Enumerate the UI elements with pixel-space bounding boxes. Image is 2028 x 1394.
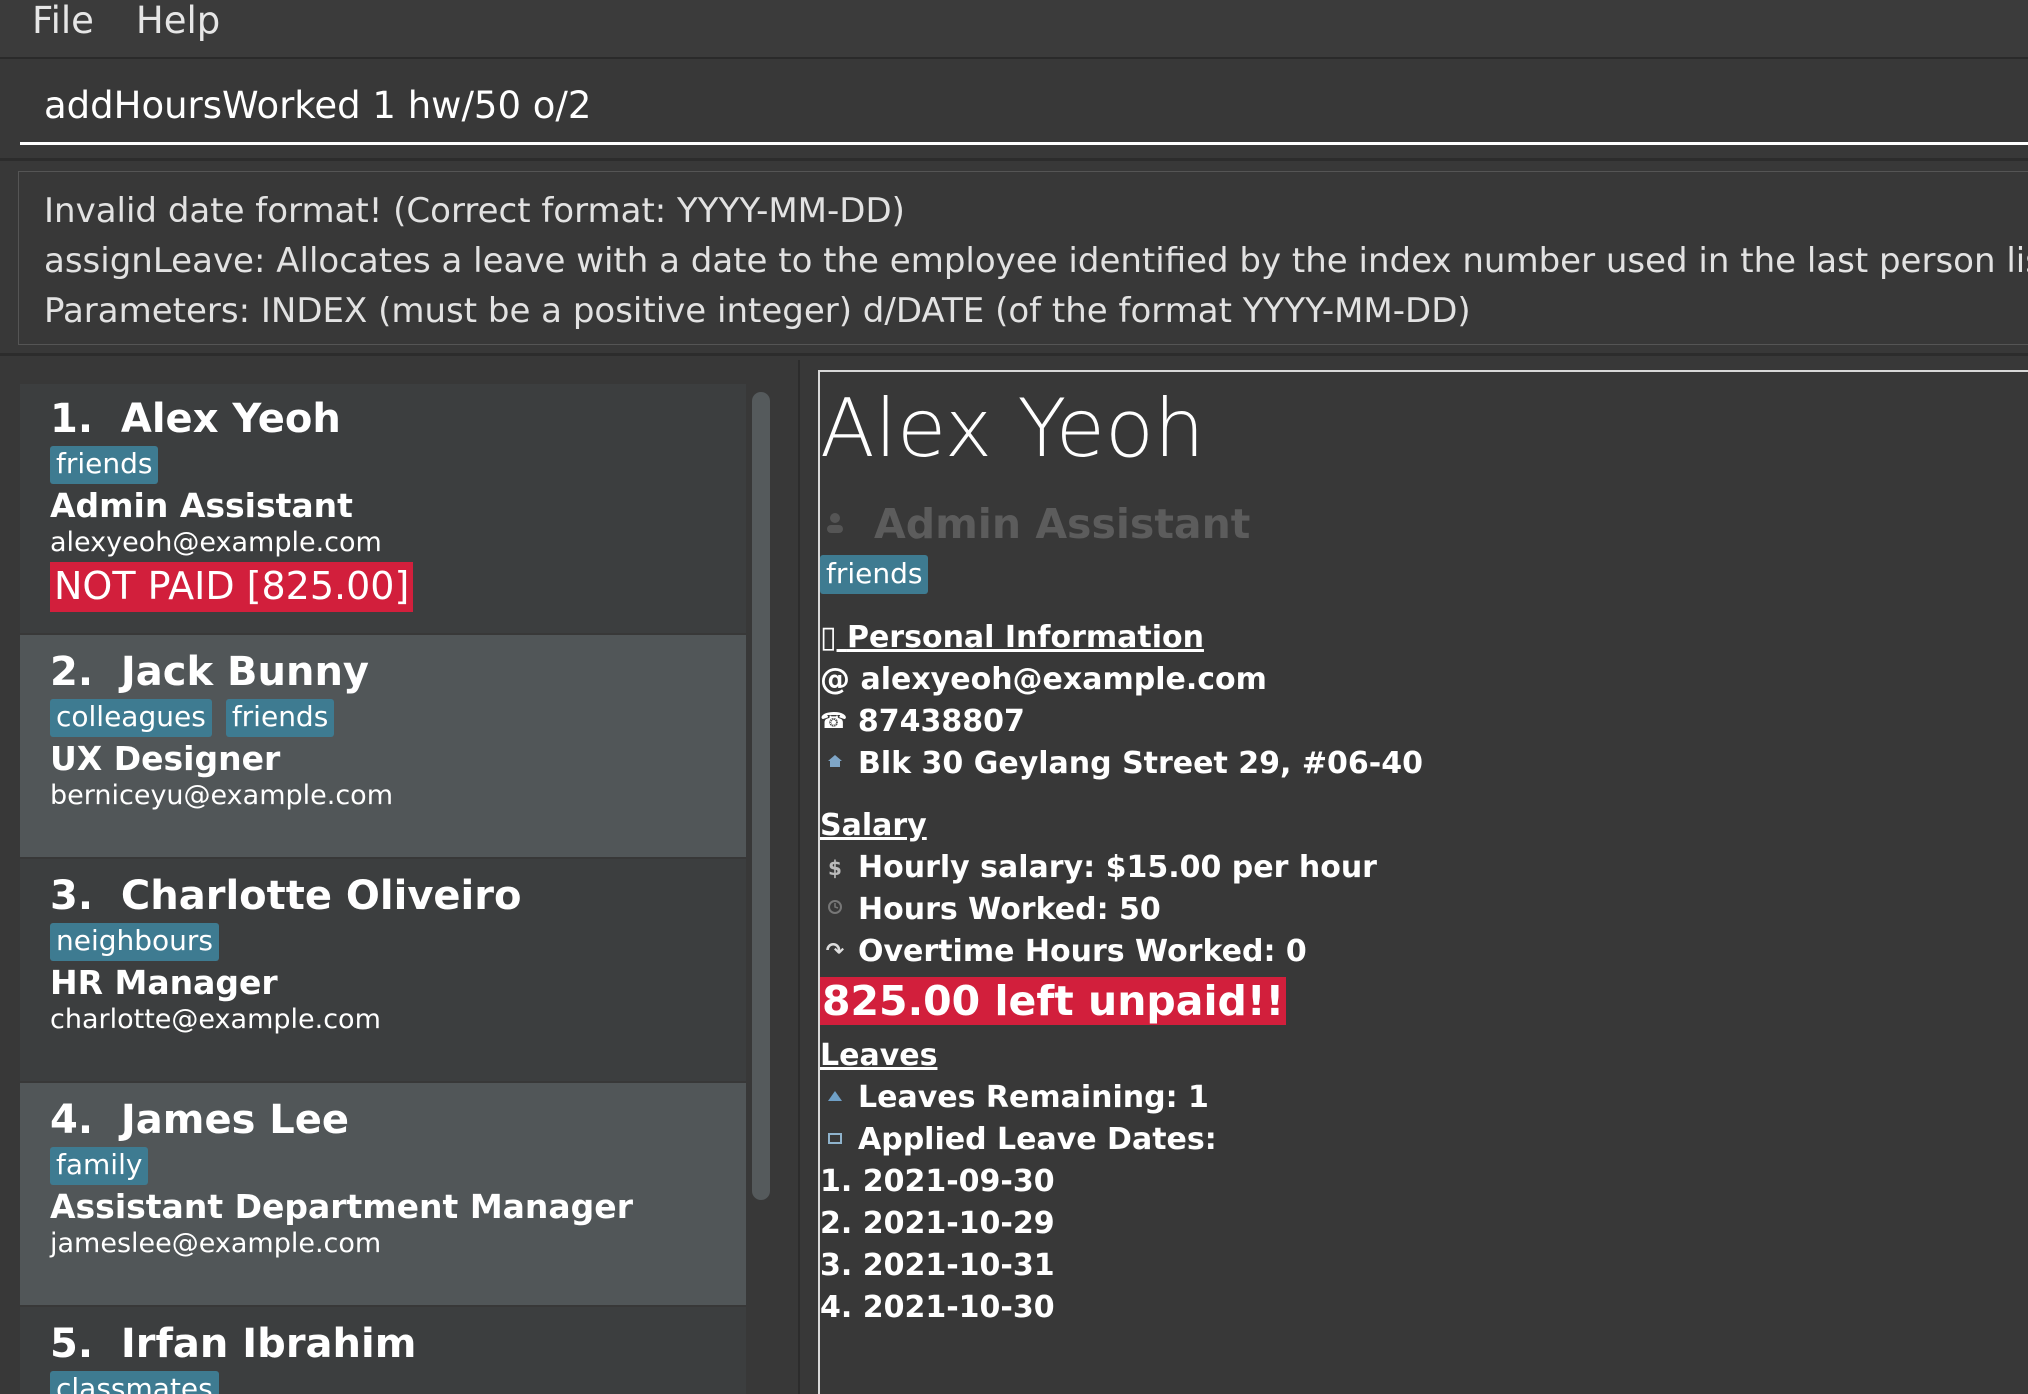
detail-tags: friends: [820, 555, 929, 594]
tag: friends: [225, 699, 335, 738]
overtime-icon: ↷: [825, 939, 845, 964]
person-card[interactable]: 3. Charlotte Oliveiro neighbours HR Mana…: [20, 859, 746, 1081]
person-name: 2. Jack Bunny: [50, 649, 369, 695]
leaves-remaining: Leaves Remaining: 1: [858, 1080, 1209, 1115]
dollar-icon: $: [828, 855, 842, 880]
person-detail-panel: Alex Yeoh Admin Assistant friends ▯ Pers…: [818, 370, 2028, 1394]
person-email: alexyeoh@example.com: [50, 527, 382, 559]
leave-date: 3. 2021-10-31: [820, 1248, 1055, 1283]
person-role: Admin Assistant: [50, 486, 353, 526]
unpaid-row: 825.00 left unpaid!!: [820, 976, 1287, 1027]
overtime-hours: Overtime Hours Worked: 0: [858, 934, 1307, 969]
phone-icon: ☎: [820, 709, 848, 734]
hourly-salary-row: $ Hourly salary: $15.00 per hour: [820, 850, 1377, 885]
leaves-heading: Leaves: [820, 1038, 938, 1073]
leave-date: 4. 2021-10-30: [820, 1290, 1055, 1325]
hourly-salary: Hourly salary: $15.00 per hour: [858, 850, 1377, 885]
list-scrollbar[interactable]: [752, 392, 770, 1200]
person-name: 4. James Lee: [50, 1097, 350, 1143]
detail-phone-row: ☎ 87438807: [820, 704, 1025, 739]
tag: friends: [820, 555, 929, 594]
salary-heading: Salary: [820, 808, 927, 843]
tag: neighbours: [50, 923, 220, 962]
person-name: 1. Alex Yeoh: [50, 396, 341, 442]
tag-list: neighbours: [50, 923, 746, 962]
detail-role: Admin Assistant: [874, 500, 1251, 548]
not-paid-badge: NOT PAID [825.00]: [50, 562, 414, 612]
detail-name: Alex Yeoh: [820, 382, 1205, 475]
personal-info-heading: ▯ Personal Information: [820, 620, 1204, 655]
divider: [0, 353, 2028, 356]
tag: classmates: [50, 1371, 219, 1394]
person-list: 1. Alex Yeoh friends Admin Assistant ale…: [0, 360, 800, 1394]
tag: friends: [50, 446, 159, 485]
person-card[interactable]: 2. Jack Bunny colleagues friends UX Desi…: [20, 635, 746, 857]
hours-worked: Hours Worked: 50: [858, 892, 1161, 927]
personal-info-icon: ▯: [820, 620, 837, 655]
result-display[interactable]: Invalid date format! (Correct format: YY…: [18, 171, 2028, 345]
result-line: Invalid date format! (Correct format: YY…: [44, 191, 905, 231]
applied-leave-row: Applied Leave Dates:: [820, 1122, 1217, 1157]
person-role: HR Manager: [50, 963, 278, 1003]
unpaid-amount: 825.00 left unpaid!!: [820, 977, 1287, 1025]
divider: [0, 158, 2028, 161]
person-email: berniceyu@example.com: [50, 780, 393, 812]
tag: family: [50, 1147, 149, 1186]
person-card[interactable]: 5. Irfan Ibrahim classmates: [20, 1307, 746, 1394]
person-role: UX Designer: [50, 739, 281, 779]
tag-list: classmates: [50, 1371, 746, 1394]
result-line: Parameters: INDEX (must be a positive in…: [44, 291, 1471, 331]
person-email: charlotte@example.com: [50, 1004, 381, 1036]
detail-phone: 87438807: [857, 704, 1025, 739]
person-email: jameslee@example.com: [50, 1228, 382, 1260]
leaves-remaining-row: Leaves Remaining: 1: [820, 1080, 1209, 1115]
person-role: Assistant Department Manager: [50, 1187, 633, 1227]
applied-leave-label: Applied Leave Dates:: [858, 1122, 1217, 1157]
detail-email: alexyeoh@example.com: [860, 662, 1267, 697]
calendar-icon: [820, 1129, 850, 1150]
tag-list: family: [50, 1147, 746, 1186]
command-area: [0, 59, 2028, 159]
email-icon: @: [820, 662, 850, 697]
hours-worked-row: Hours Worked: 50: [820, 892, 1161, 927]
person-name: 3. Charlotte Oliveiro: [50, 873, 522, 919]
person-card[interactable]: 4. James Lee family Assistant Department…: [20, 1083, 746, 1305]
result-line: assignLeave: Allocates a leave with a da…: [44, 241, 2028, 281]
command-input[interactable]: [20, 69, 2028, 145]
leave-date: 1. 2021-09-30: [820, 1164, 1055, 1199]
clock-icon: [820, 899, 850, 920]
tag: colleagues: [50, 699, 212, 738]
tag-list: friends: [50, 446, 746, 485]
leave-date: 2. 2021-10-29: [820, 1206, 1055, 1241]
menu-file[interactable]: File: [32, 2, 94, 39]
home-icon: [820, 753, 850, 774]
leave-icon: [820, 1087, 850, 1108]
person-card[interactable]: 1. Alex Yeoh friends Admin Assistant ale…: [20, 384, 746, 633]
detail-address: Blk 30 Geylang Street 29, #06-40: [858, 746, 1423, 781]
detail-email-row: @ alexyeoh@example.com: [820, 662, 1267, 697]
overtime-row: ↷ Overtime Hours Worked: 0: [820, 934, 1307, 969]
detail-address-row: Blk 30 Geylang Street 29, #06-40: [820, 746, 1423, 781]
menu-bar: File Help: [0, 0, 2028, 59]
person-name: 5. Irfan Ibrahim: [50, 1321, 417, 1367]
person-icon: [820, 511, 850, 538]
tag-list: colleagues friends: [50, 699, 746, 738]
menu-help[interactable]: Help: [136, 2, 220, 39]
detail-role-row: Admin Assistant: [820, 500, 1250, 548]
